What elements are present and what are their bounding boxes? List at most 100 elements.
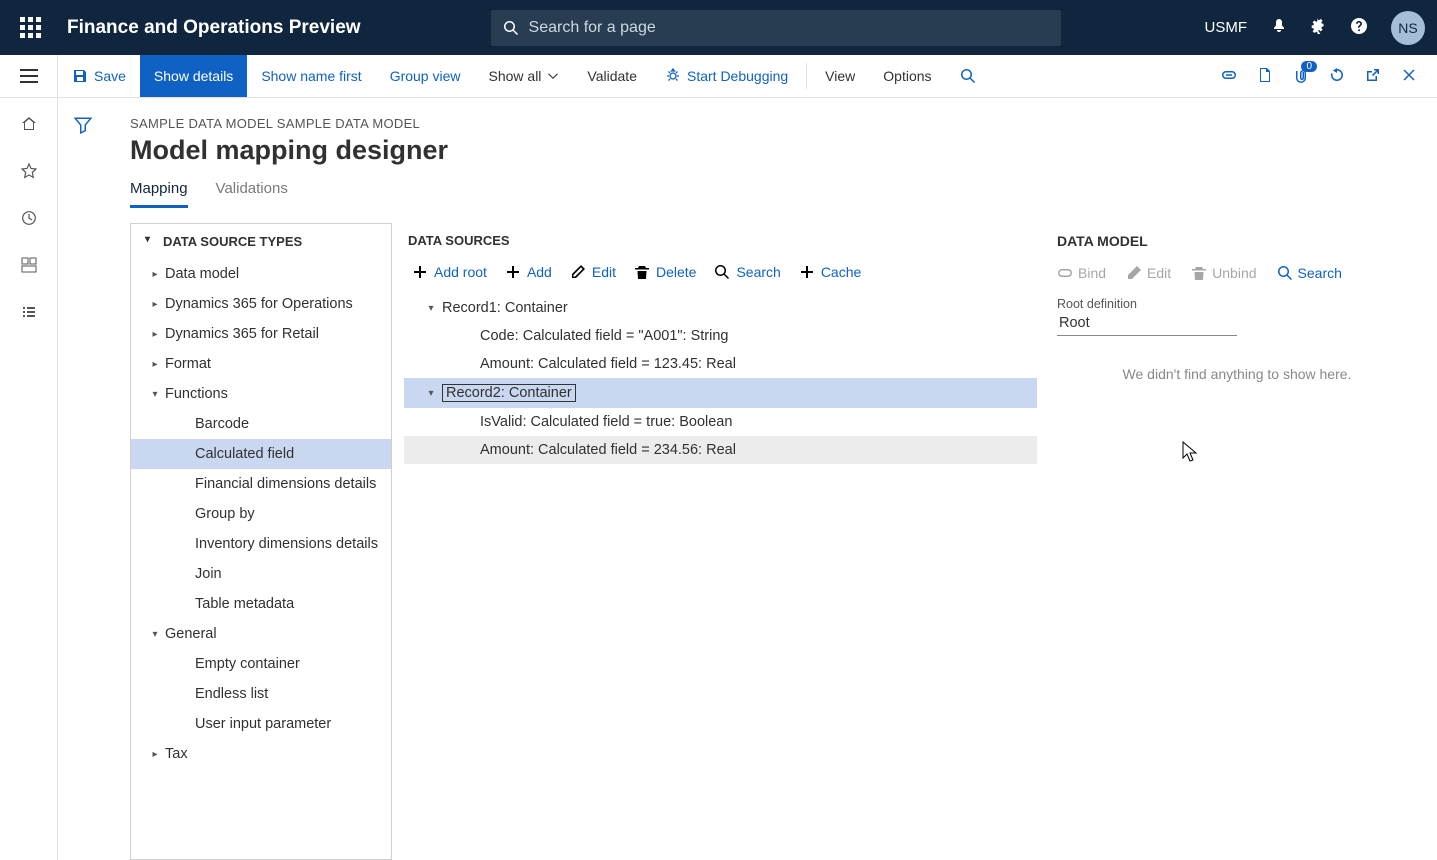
- show-all-dropdown[interactable]: Show all: [475, 55, 574, 97]
- dst-item[interactable]: ▸Dynamics 365 for Operations: [131, 289, 391, 319]
- dst-item[interactable]: Endless list: [131, 679, 391, 709]
- close-button[interactable]: [1401, 67, 1417, 86]
- save-label: Save: [94, 68, 126, 84]
- ds-add-label: Add: [527, 264, 552, 280]
- dst-item[interactable]: Join: [131, 559, 391, 589]
- dst-item[interactable]: ▾General: [131, 619, 391, 649]
- ds-item-label: Record2: Container: [442, 384, 576, 402]
- search-icon: [1277, 265, 1293, 281]
- hamburger-icon[interactable]: [20, 69, 38, 83]
- dst-item[interactable]: ▸Dynamics 365 for Retail: [131, 319, 391, 349]
- waffle-icon[interactable]: [20, 17, 41, 38]
- notifications-button[interactable]: [1271, 18, 1287, 37]
- chevron-right-icon: ▸: [145, 269, 165, 280]
- data-sources-panel: DATA SOURCES Add root Add Edit Delete Se…: [404, 223, 1037, 860]
- ds-edit-button[interactable]: Edit: [570, 264, 616, 280]
- ds-header: DATA SOURCES: [404, 223, 1037, 254]
- refresh-button[interactable]: [1329, 67, 1345, 86]
- ds-search-button[interactable]: Search: [714, 264, 780, 280]
- search-icon: [503, 20, 519, 36]
- ds-cache-button[interactable]: Cache: [799, 264, 861, 280]
- left-nav-rail: [0, 98, 58, 860]
- clock-icon: [21, 210, 37, 226]
- save-button[interactable]: Save: [58, 55, 140, 97]
- ds-add-root-button[interactable]: Add root: [412, 264, 487, 280]
- plus-icon: [799, 264, 815, 280]
- ds-item-label: Amount: Calculated field = 234.56: Real: [480, 442, 736, 458]
- group-view-label: Group view: [390, 68, 461, 84]
- dst-item[interactable]: Group by: [131, 499, 391, 529]
- ds-item[interactable]: IsValid: Calculated field = true: Boolea…: [404, 408, 1037, 436]
- show-details-button[interactable]: Show details: [140, 55, 247, 97]
- filter-rail: [58, 98, 108, 860]
- messages-badge: 0: [1301, 61, 1317, 72]
- options-menu[interactable]: Options: [869, 55, 945, 97]
- ds-item[interactable]: Amount: Calculated field = 123.45: Real: [404, 350, 1037, 378]
- dst-item[interactable]: ▸Data model: [131, 259, 391, 289]
- company-picker[interactable]: USMF: [1205, 19, 1248, 36]
- nav-workspaces[interactable]: [21, 257, 37, 276]
- dst-item[interactable]: User input parameter: [131, 709, 391, 739]
- chevron-down-icon: ▾: [420, 303, 442, 314]
- view-menu[interactable]: View: [811, 55, 869, 97]
- tab-validations[interactable]: Validations: [216, 180, 288, 208]
- ds-item[interactable]: Amount: Calculated field = 234.56: Real: [404, 436, 1037, 464]
- attachments-button[interactable]: [1257, 67, 1273, 86]
- ds-delete-button[interactable]: Delete: [634, 264, 696, 280]
- start-debugging-button[interactable]: Start Debugging: [651, 55, 802, 97]
- trash-icon: [634, 264, 650, 280]
- dst-item[interactable]: ▾Functions: [131, 379, 391, 409]
- settings-button[interactable]: [1311, 18, 1327, 37]
- dm-root-label: Root definition: [1057, 297, 1417, 311]
- breadcrumb: SAMPLE DATA MODEL SAMPLE DATA MODEL: [130, 116, 1417, 131]
- dst-item[interactable]: ▸Format: [131, 349, 391, 379]
- dst-item[interactable]: Financial dimensions details: [131, 469, 391, 499]
- refresh-icon: [1329, 67, 1345, 83]
- data-source-types-panel: DATA SOURCE TYPES ▸Data model▸Dynamics 3…: [130, 223, 392, 860]
- ds-item[interactable]: ▾Record2: Container: [404, 378, 1037, 408]
- dst-item-label: Dynamics 365 for Operations: [165, 296, 353, 312]
- toolbar-search-button[interactable]: [946, 55, 990, 97]
- global-search-input[interactable]: [529, 19, 1049, 37]
- global-search[interactable]: [491, 10, 1061, 46]
- dst-item[interactable]: Table metadata: [131, 589, 391, 619]
- dst-item-label: Functions: [165, 386, 228, 402]
- link-button[interactable]: [1221, 67, 1237, 86]
- ds-item[interactable]: ▾Record1: Container: [404, 294, 1037, 322]
- nav-recent[interactable]: [21, 210, 37, 229]
- ds-add-root-label: Add root: [434, 264, 487, 280]
- ds-add-button[interactable]: Add: [505, 264, 552, 280]
- chevron-down-icon: ▾: [145, 629, 165, 640]
- show-name-first-button[interactable]: Show name first: [247, 55, 375, 97]
- ds-delete-label: Delete: [656, 264, 696, 280]
- dst-item-label: Tax: [165, 746, 188, 762]
- dm-root-value[interactable]: Root: [1057, 311, 1237, 336]
- home-icon: [21, 116, 37, 132]
- dst-item-label: Format: [165, 356, 211, 372]
- dst-item-label: General: [165, 626, 217, 642]
- tab-mapping[interactable]: Mapping: [130, 180, 188, 208]
- dst-item[interactable]: ▸Tax: [131, 739, 391, 769]
- dst-item[interactable]: Calculated field: [131, 439, 391, 469]
- dst-item-label: Data model: [165, 266, 239, 282]
- view-label: View: [825, 68, 855, 84]
- nav-home[interactable]: [21, 116, 37, 135]
- help-button[interactable]: [1351, 18, 1367, 37]
- dm-unbind-button: Unbind: [1191, 265, 1256, 281]
- popout-button[interactable]: [1365, 67, 1381, 86]
- ds-item[interactable]: Code: Calculated field = "A001": String: [404, 322, 1037, 350]
- group-view-button[interactable]: Group view: [376, 55, 475, 97]
- messages-button[interactable]: 0: [1293, 67, 1309, 86]
- dst-item[interactable]: Barcode: [131, 409, 391, 439]
- dst-item[interactable]: Empty container: [131, 649, 391, 679]
- close-icon: [1401, 67, 1417, 83]
- show-all-label: Show all: [489, 68, 542, 84]
- user-avatar[interactable]: NS: [1391, 11, 1425, 45]
- dst-item-label: Inventory dimensions details: [195, 536, 378, 552]
- dst-item[interactable]: Inventory dimensions details: [131, 529, 391, 559]
- dm-search-button[interactable]: Search: [1277, 265, 1342, 281]
- nav-modules[interactable]: [21, 304, 37, 323]
- filter-button[interactable]: [74, 116, 92, 860]
- validate-button[interactable]: Validate: [573, 55, 651, 97]
- nav-favorites[interactable]: [21, 163, 37, 182]
